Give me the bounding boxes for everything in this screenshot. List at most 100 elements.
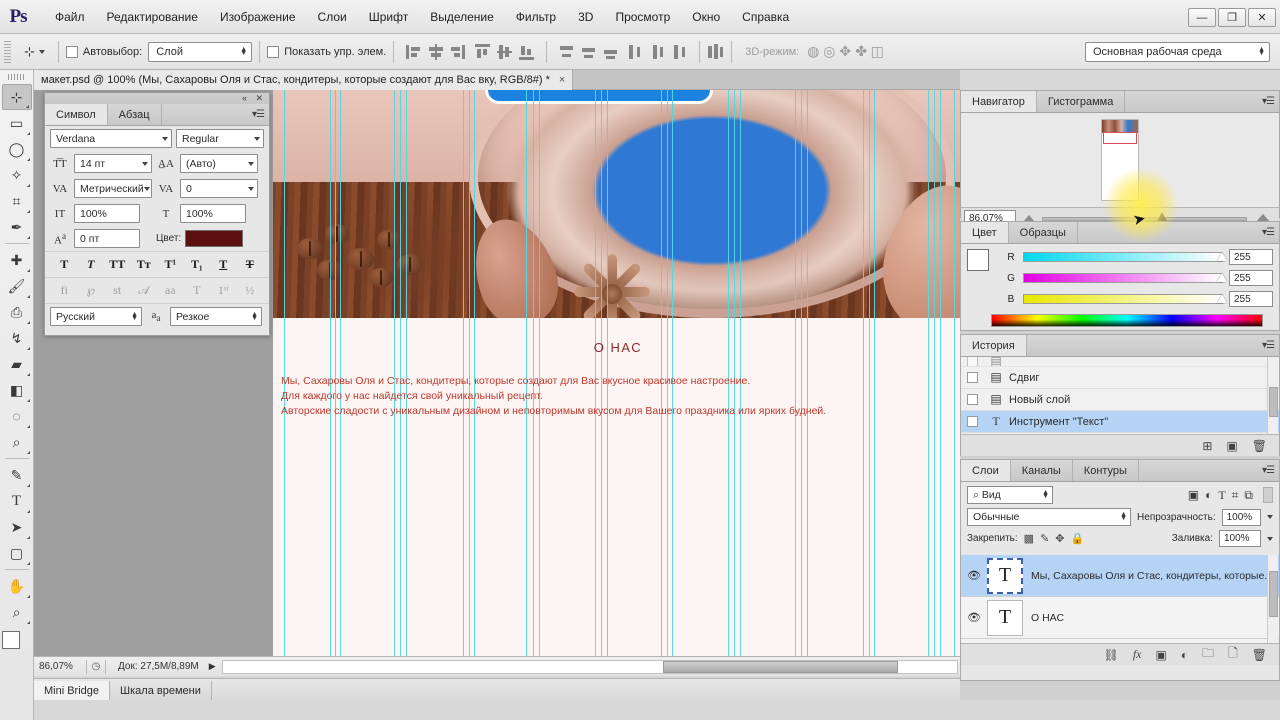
stylistic-alternates-button[interactable]: T (188, 283, 206, 298)
history-item[interactable]: ▤ Сдвиг (961, 367, 1279, 389)
menu-item-type[interactable]: Шрифт (358, 7, 419, 27)
restore-button[interactable]: ❐ (1218, 8, 1246, 27)
menu-item-3d[interactable]: 3D (567, 7, 604, 27)
subscript-button[interactable]: T₁ (188, 257, 206, 272)
character-panel-titlebar[interactable]: « ✕ (45, 93, 269, 104)
color-swatches[interactable] (1, 631, 32, 661)
eye-icon[interactable]: 👁 (961, 569, 987, 582)
leading-dropdown[interactable]: (Авто) (180, 154, 258, 173)
roll-3d-icon[interactable]: ◎ (821, 43, 837, 60)
layer-thumbnail[interactable]: T (987, 599, 1023, 636)
menu-item-select[interactable]: Выделение (419, 7, 505, 27)
tab-histogram[interactable]: Гистограмма (1037, 91, 1126, 112)
show-transform-controls-checkbox[interactable] (267, 45, 280, 58)
distribute-top-edges-icon[interactable] (558, 43, 575, 61)
fractions-button[interactable]: ½ (241, 283, 259, 298)
layer-thumbnail[interactable]: T (987, 557, 1023, 594)
group-folder-icon[interactable]: 🗀 (1202, 644, 1214, 665)
channel-slider-r[interactable] (1023, 252, 1227, 262)
font-size-dropdown[interactable]: 14 пт (74, 154, 152, 173)
tool-eyedropper[interactable]: ✒ (2, 214, 32, 240)
align-right-edges-icon[interactable] (449, 43, 466, 61)
history-item[interactable]: ▤ Новый слой (961, 389, 1279, 411)
horizontal-scrollbar[interactable] (221, 659, 958, 674)
menu-item-filter[interactable]: Фильтр (505, 7, 567, 27)
layer-row[interactable]: 👁 T О НАС (961, 597, 1279, 639)
text-color-swatch[interactable] (185, 230, 244, 247)
layers-list[interactable]: 👁 T Мы, Сахаровы Оля и Стас, кондитеры, … (961, 555, 1279, 643)
fx-icon[interactable]: fx (1133, 647, 1142, 662)
slide-3d-icon[interactable]: ✤ (853, 43, 869, 60)
tab-character[interactable]: Символ (45, 104, 108, 125)
font-family-dropdown[interactable]: Verdana (50, 129, 172, 148)
panel-menu-icon[interactable]: ▾☰ (1262, 96, 1275, 107)
baseline-shift-field[interactable]: 0 пт (74, 229, 140, 248)
navigator-preview[interactable] (961, 113, 1279, 207)
auto-select-checkbox-group[interactable]: Автовыбор: (65, 45, 142, 58)
tool-pen[interactable]: ✎ (2, 462, 32, 488)
opacity-value[interactable]: 100% (1221, 508, 1261, 526)
tool-brush[interactable]: 🖌 (2, 273, 32, 299)
foreground-color-swatch[interactable] (967, 249, 989, 271)
tab-mini-bridge[interactable]: Mini Bridge (34, 681, 111, 700)
vertical-scale-field[interactable]: 100% (74, 204, 140, 223)
align-top-edges-icon[interactable] (474, 43, 491, 61)
foreground-color-swatch[interactable] (1, 631, 20, 649)
panel-menu-icon[interactable]: ▾☰ (1262, 340, 1275, 351)
tab-paragraph[interactable]: Абзац (108, 104, 162, 125)
fill-value[interactable]: 100% (1219, 530, 1261, 547)
layer-filter-dropdown[interactable]: ⌕ Вид ▲ ▼ (967, 486, 1053, 504)
menu-item-image[interactable]: Изображение (209, 7, 307, 27)
tool-eraser[interactable]: ▰ (2, 351, 32, 377)
adjustment-icon[interactable]: ◐ (1181, 648, 1188, 662)
delete-trash-icon[interactable]: 🗑 (1252, 648, 1267, 662)
underline-button[interactable]: T (214, 257, 232, 272)
chevron-down-icon[interactable] (1267, 536, 1273, 541)
tool-lasso[interactable]: ◯ (2, 136, 32, 162)
mask-icon[interactable]: ▣ (1156, 648, 1167, 662)
blend-mode-dropdown[interactable]: Обычные ▲ ▼ (967, 508, 1132, 526)
tab-color[interactable]: Цвет (961, 222, 1009, 243)
align-horizontal-centers-icon[interactable] (427, 43, 444, 61)
history-item[interactable]: T Инструмент "Текст" (961, 411, 1279, 433)
close-icon[interactable]: ✕ (255, 93, 263, 104)
navigator-thumbnail[interactable] (1101, 119, 1139, 201)
channel-value-g[interactable]: 255 (1229, 270, 1273, 286)
align-bottom-edges-icon[interactable] (518, 43, 535, 61)
tool-history-brush[interactable]: ↯ (2, 325, 32, 351)
lock-image-icon[interactable]: ✎ (1040, 532, 1049, 545)
menu-item-help[interactable]: Справка (731, 7, 800, 27)
auto-align-layers-icon[interactable] (707, 43, 724, 61)
pan-3d-icon[interactable]: ✥ (837, 43, 853, 60)
chevron-down-icon[interactable] (38, 49, 45, 54)
history-snapshot-checkbox[interactable] (961, 357, 983, 366)
panel-menu-icon[interactable]: ▾☰ (1262, 465, 1275, 476)
rotate-3d-icon[interactable]: ◍ (805, 43, 821, 60)
layer-name[interactable]: О НАС (1031, 612, 1064, 624)
channel-value-r[interactable]: 255 (1229, 249, 1273, 265)
tab-paths[interactable]: Контуры (1073, 460, 1139, 481)
antialias-dropdown[interactable]: Резкое ▲ ▼ (170, 307, 262, 326)
page-paragraph[interactable]: Мы, Сахаровы Оля и Стас, кондитеры, кото… (281, 374, 957, 419)
history-list[interactable]: ▤ ▤ Сдвиг ▤ Новый слой T Инструмент "Тек… (961, 357, 1279, 434)
collapse-icon[interactable]: « (242, 93, 247, 103)
link-icon[interactable]: ⛓ (1104, 648, 1119, 662)
small-caps-button[interactable]: Tт (135, 257, 153, 272)
panel-menu-icon[interactable]: ▾☰ (1262, 227, 1275, 238)
new-document-icon[interactable]: ⊞ (1202, 439, 1212, 453)
filter-toggle-switch[interactable] (1263, 487, 1273, 503)
align-vertical-centers-icon[interactable] (496, 43, 513, 61)
adjustment-filter-icon[interactable]: ◐ (1205, 488, 1212, 502)
options-bar-grip[interactable] (4, 40, 11, 63)
chevron-down-icon[interactable] (1267, 515, 1273, 519)
color-spectrum-ramp[interactable] (991, 314, 1263, 327)
minimize-button[interactable]: — (1188, 8, 1216, 27)
auto-select-scope-dropdown[interactable]: Слой ▲ ▼ (148, 41, 253, 62)
tool-dodge[interactable]: ⌕ (2, 429, 32, 455)
tool-crop[interactable]: ⌗ (2, 188, 32, 214)
tab-swatches[interactable]: Образцы (1009, 222, 1078, 243)
discretionary-ligatures-button[interactable]: st (108, 283, 126, 298)
status-menu-arrow-icon[interactable]: ▶ (209, 661, 222, 672)
scrollbar-thumb[interactable] (1269, 571, 1278, 617)
tab-channels[interactable]: Каналы (1011, 460, 1073, 481)
